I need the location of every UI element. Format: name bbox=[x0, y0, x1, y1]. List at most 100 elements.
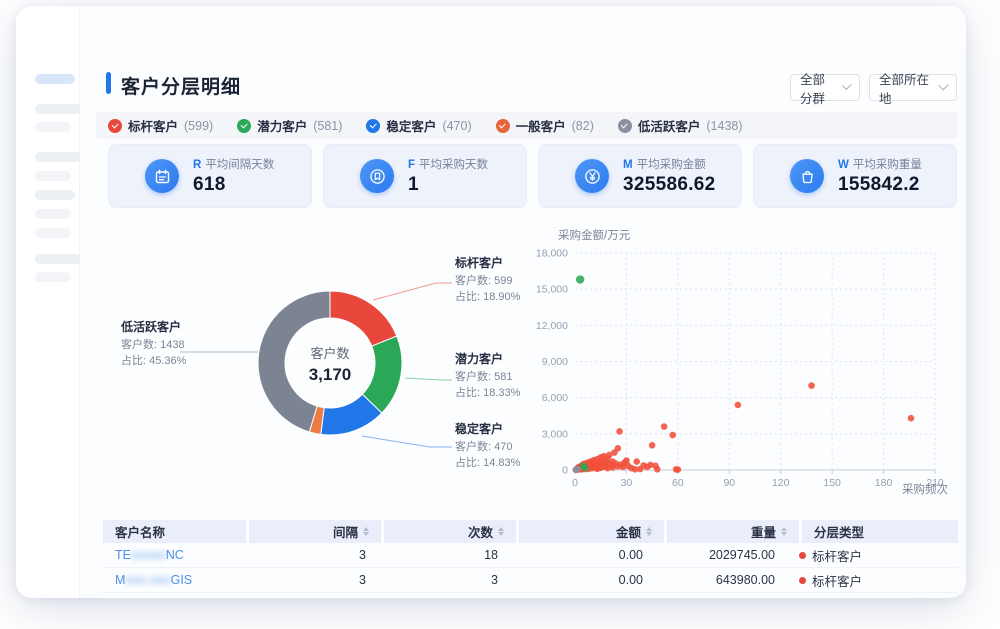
bag-icon bbox=[790, 159, 824, 193]
svg-text:12,000: 12,000 bbox=[536, 320, 568, 332]
kpi-label: W平均采购重量 bbox=[838, 156, 922, 172]
chevron-down-icon bbox=[938, 79, 949, 90]
scatter-y-axis-title: 采购金额/万元 bbox=[558, 227, 630, 243]
sort-icon bbox=[363, 527, 369, 536]
col-header-interval[interactable]: 间隔 bbox=[249, 520, 381, 543]
kpi-value: 618 bbox=[193, 174, 274, 196]
app-window: 客户分层明细 全部分群 全部所在地 标杆客户 (599) 潜力客户 (581) bbox=[16, 6, 966, 598]
segment-cell: 标杆客户 bbox=[787, 543, 943, 567]
svg-text:15,000: 15,000 bbox=[536, 284, 568, 296]
legend-count: (1438) bbox=[706, 119, 742, 133]
kpi-card-monetary: M平均采购金额 325586.62 bbox=[538, 144, 742, 208]
segment-cell: 标杆客户 bbox=[787, 568, 943, 592]
svg-text:180: 180 bbox=[875, 477, 893, 489]
sort-icon bbox=[646, 527, 652, 536]
check-badge-icon bbox=[108, 119, 122, 133]
sidebar-skeleton-item[interactable] bbox=[35, 152, 81, 162]
sort-icon bbox=[498, 527, 504, 536]
svg-text:60: 60 bbox=[672, 477, 684, 489]
sidebar-skeleton-item[interactable] bbox=[35, 209, 71, 219]
svg-text:6,000: 6,000 bbox=[542, 392, 568, 404]
legend-item-wending[interactable]: 稳定客户 (470) bbox=[366, 116, 471, 135]
kpi-label: F平均采购天数 bbox=[408, 156, 488, 172]
scatter-svg: 030609012015018021003,0006,0009,00012,00… bbox=[530, 225, 966, 515]
svg-text:120: 120 bbox=[772, 477, 790, 489]
legend-label: 一般客户 bbox=[516, 116, 566, 135]
sidebar-skeleton-item[interactable] bbox=[35, 272, 71, 282]
legend-item-dihuoyue[interactable]: 低活跃客户 (1438) bbox=[618, 116, 743, 135]
segment-dot bbox=[799, 577, 806, 584]
svg-text:0: 0 bbox=[572, 477, 578, 489]
table-row: Mooo oooGIS 3 3 0.00 643980.00 标杆客户 bbox=[103, 568, 958, 593]
svg-text:90: 90 bbox=[723, 477, 735, 489]
legend-count: (599) bbox=[184, 119, 213, 133]
customer-name-cell: Mooo oooGIS bbox=[103, 568, 246, 592]
customer-name-cell: TEoooooNC bbox=[103, 543, 246, 567]
sidebar-skeleton-item-active[interactable] bbox=[35, 74, 75, 84]
kpi-label: R平均间隔天数 bbox=[193, 156, 274, 172]
check-badge-icon bbox=[237, 119, 251, 133]
col-header-amount[interactable]: 金额 bbox=[519, 520, 664, 543]
svg-text:0: 0 bbox=[562, 465, 568, 477]
col-header-name: 客户名称 bbox=[103, 520, 246, 543]
legend-item-yiban[interactable]: 一般客户 (82) bbox=[496, 116, 594, 135]
col-header-weight[interactable]: 重量 bbox=[667, 520, 799, 543]
group-filter-dropdown[interactable]: 全部分群 bbox=[790, 74, 860, 101]
sidebar-skeleton-item[interactable] bbox=[35, 190, 75, 200]
table-row: TEoooooNC 3 18 0.00 2029745.00 标杆客户 bbox=[103, 543, 958, 568]
location-filter-label: 全部所在地 bbox=[879, 69, 932, 107]
kpi-value: 325586.62 bbox=[623, 174, 716, 196]
customer-table: 客户名称 间隔 次数 金额 重量 分层类型 TEoooooNC 3 18 0.0… bbox=[103, 520, 958, 593]
customer-name-link[interactable]: TEoooooNC bbox=[115, 548, 184, 562]
sidebar-skeleton-item[interactable] bbox=[35, 104, 81, 114]
kpi-label: M平均采购金额 bbox=[623, 156, 716, 172]
page-title: 客户分层明细 bbox=[121, 72, 241, 99]
legend-item-biaogan[interactable]: 标杆客户 (599) bbox=[108, 116, 213, 135]
times-cell: 3 bbox=[378, 568, 510, 592]
customer-name-link[interactable]: Mooo oooGIS bbox=[115, 573, 192, 587]
title-accent-bar bbox=[106, 72, 111, 94]
yuan-icon bbox=[575, 159, 609, 193]
legend-count: (470) bbox=[442, 119, 471, 133]
segment-legend: 标杆客户 (599) 潜力客户 (581) 稳定客户 (470) 一般客户 (8… bbox=[96, 112, 958, 139]
kpi-cards-row: R平均间隔天数 618 F平均采购天数 1 bbox=[108, 144, 957, 208]
svg-text:18,000: 18,000 bbox=[536, 248, 568, 260]
amount-cell: 0.00 bbox=[510, 568, 655, 592]
svg-text:9,000: 9,000 bbox=[542, 356, 568, 368]
sort-icon bbox=[781, 527, 787, 536]
legend-count: (581) bbox=[313, 119, 342, 133]
callout-dihuoyue: 低活跃客户 客户数: 1438 占比: 45.36% bbox=[121, 319, 231, 370]
kpi-card-frequency: F平均采购天数 1 bbox=[323, 144, 527, 208]
weight-cell: 643980.00 bbox=[655, 568, 787, 592]
svg-text:30: 30 bbox=[621, 477, 633, 489]
segment-dot bbox=[799, 552, 806, 559]
amount-cell: 0.00 bbox=[510, 543, 655, 567]
group-filter-label: 全部分群 bbox=[800, 69, 836, 107]
legend-count: (82) bbox=[572, 119, 594, 133]
main-content: 客户分层明细 全部分群 全部所在地 标杆客户 (599) 潜力客户 (581) bbox=[80, 6, 966, 598]
table-header: 客户名称 间隔 次数 金额 重量 分层类型 bbox=[103, 520, 958, 543]
sidebar-skeleton-item[interactable] bbox=[35, 228, 71, 238]
weight-cell: 2029745.00 bbox=[655, 543, 787, 567]
sidebar-skeleton-item[interactable] bbox=[35, 122, 71, 132]
chevron-down-icon bbox=[842, 80, 852, 90]
sidebar-skeleton-item[interactable] bbox=[35, 254, 81, 264]
svg-text:3,000: 3,000 bbox=[542, 428, 568, 440]
kpi-card-recency: R平均间隔天数 618 bbox=[108, 144, 312, 208]
sidebar-skeleton-item[interactable] bbox=[35, 171, 71, 181]
donut-chart: 客户数 3,170 标杆客户 客户数: 599 占比: 18.90% 潜力客户 … bbox=[96, 225, 530, 515]
check-badge-icon bbox=[496, 119, 510, 133]
legend-label: 稳定客户 bbox=[386, 116, 436, 135]
scatter-x-axis-title: 采购频次 bbox=[902, 481, 948, 497]
screenshot-stage: 客户分层明细 全部分群 全部所在地 标杆客户 (599) 潜力客户 (581) bbox=[0, 0, 1000, 629]
kpi-value: 155842.2 bbox=[838, 174, 922, 196]
legend-label: 潜力客户 bbox=[257, 116, 307, 135]
kpi-value: 1 bbox=[408, 174, 488, 196]
col-header-times[interactable]: 次数 bbox=[384, 520, 516, 543]
times-cell: 18 bbox=[378, 543, 510, 567]
kpi-card-weight: W平均采购重量 155842.2 bbox=[753, 144, 957, 208]
location-filter-dropdown[interactable]: 全部所在地 bbox=[869, 74, 957, 101]
check-badge-icon bbox=[366, 119, 380, 133]
legend-item-qianli[interactable]: 潜力客户 (581) bbox=[237, 116, 342, 135]
interval-cell: 3 bbox=[246, 568, 378, 592]
